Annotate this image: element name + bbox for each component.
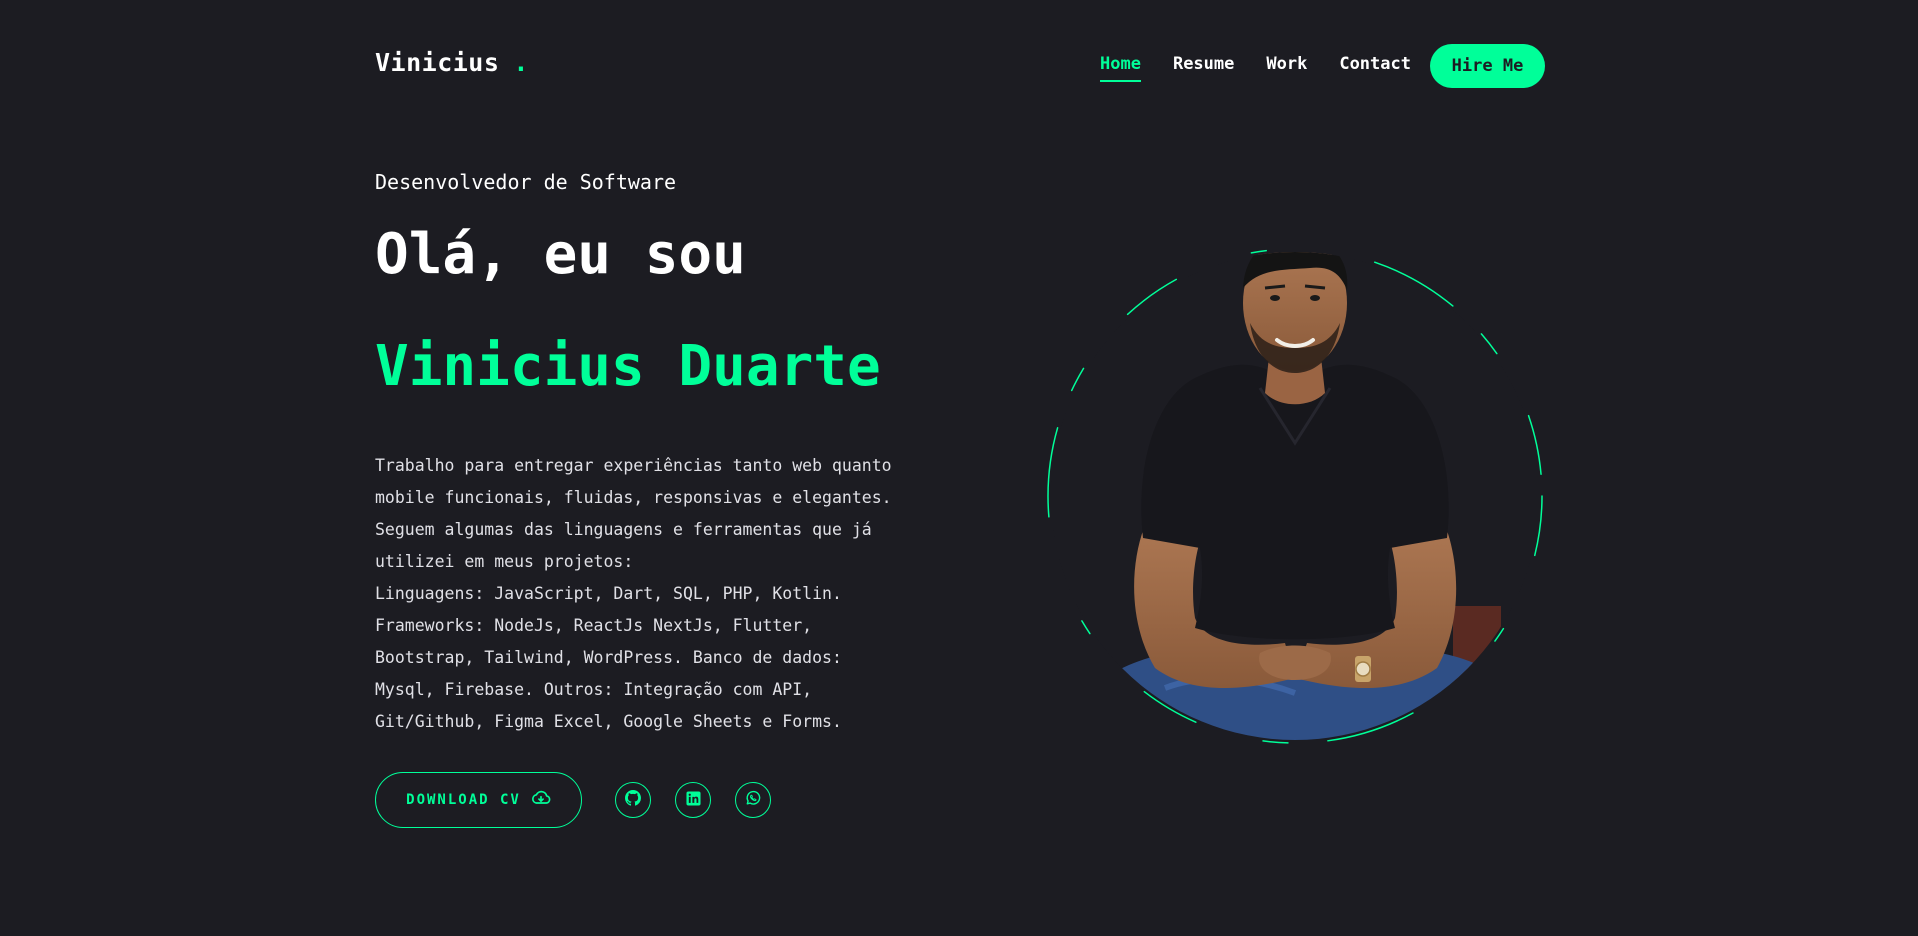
whatsapp-link[interactable] <box>735 782 771 818</box>
profile-photo-container <box>1045 248 1545 748</box>
linkedin-icon <box>685 790 701 810</box>
greeting-heading: Olá, eu sou <box>375 222 746 287</box>
download-cv-button[interactable]: DOWNLOAD CV <box>375 772 582 828</box>
whatsapp-icon <box>745 790 761 810</box>
portfolio-page: Vinicius. Home Resume Work Contact Hire … <box>0 0 1918 936</box>
nav-home[interactable]: Home <box>1100 54 1141 82</box>
github-link[interactable] <box>615 782 651 818</box>
linkedin-link[interactable] <box>675 782 711 818</box>
profile-photo <box>1047 248 1543 744</box>
bio-line: utilizei em meus projetos: <box>375 552 634 571</box>
main-nav: Home Resume Work Contact <box>1100 54 1411 82</box>
logo-text: Vinicius <box>375 48 500 77</box>
nav-work[interactable]: Work <box>1266 54 1307 82</box>
bio-description: Trabalho para entregar experiências tant… <box>375 450 895 738</box>
bio-line: mobile funcionais, fluidas, responsivas … <box>375 488 892 507</box>
download-cv-label: DOWNLOAD CV <box>406 792 521 808</box>
bio-line: Seguem algumas das linguagens e ferramen… <box>375 520 872 539</box>
site-logo[interactable]: Vinicius. <box>375 48 529 77</box>
github-icon <box>625 790 641 810</box>
hire-me-button[interactable]: Hire Me <box>1430 44 1545 88</box>
bio-line: Git/Github, Figma Excel, Google Sheets e… <box>375 712 842 731</box>
bio-line: Linguagens: JavaScript, Dart, SQL, PHP, … <box>375 584 842 603</box>
name-heading: Vinicius Duarte <box>375 334 881 399</box>
nav-resume[interactable]: Resume <box>1173 54 1234 82</box>
cloud-download-icon <box>531 790 551 810</box>
bio-line: Frameworks: NodeJs, ReactJs NextJs, Flut… <box>375 616 813 635</box>
bio-line: Bootstrap, Tailwind, WordPress. Banco de… <box>375 648 842 667</box>
bio-line: Mysql, Firebase. Outros: Integração com … <box>375 680 813 699</box>
nav-contact[interactable]: Contact <box>1339 54 1411 82</box>
role-subtitle: Desenvolvedor de Software <box>375 170 677 194</box>
logo-dot: . <box>513 48 529 77</box>
bio-line: Trabalho para entregar experiências tant… <box>375 456 892 475</box>
